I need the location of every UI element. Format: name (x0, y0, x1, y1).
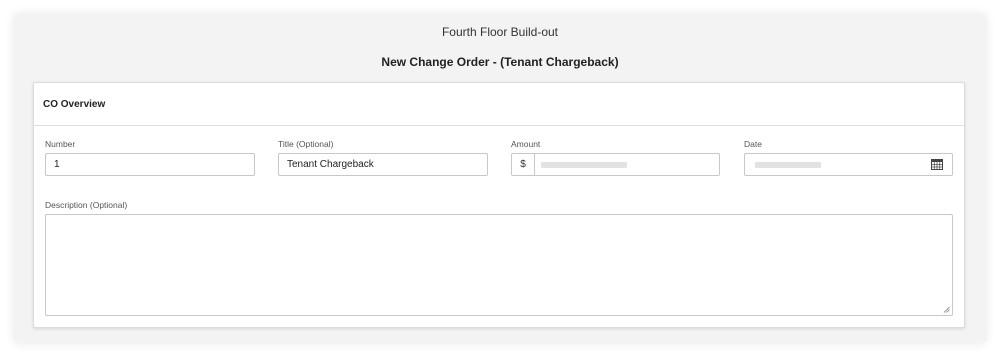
page-title: New Change Order - (Tenant Chargeback) (381, 55, 619, 69)
card-header: CO Overview (34, 83, 964, 126)
number-input[interactable] (45, 153, 255, 176)
date-label: Date (744, 139, 762, 149)
number-label: Number (45, 139, 76, 149)
date-placeholder-bar (755, 161, 821, 168)
amount-placeholder-bar (541, 161, 627, 168)
title-label: Title (Optional) (278, 139, 334, 149)
change-order-window: Fourth Floor Build-out New Change Order … (14, 14, 986, 343)
resize-handle-icon[interactable] (943, 306, 950, 313)
project-title: Fourth Floor Build-out (441, 25, 559, 39)
amount-input[interactable] (535, 154, 719, 175)
description-textarea[interactable] (45, 214, 953, 316)
currency-symbol: $ (512, 154, 535, 175)
amount-field[interactable]: $ (511, 153, 720, 176)
title-input[interactable] (278, 153, 488, 176)
date-input[interactable] (744, 153, 953, 176)
calendar-icon[interactable] (931, 159, 943, 170)
card-title: CO Overview (43, 98, 106, 110)
co-overview-card: CO Overview Number Title (Optional) Amou… (33, 82, 965, 328)
description-label: Description (Optional) (45, 200, 128, 210)
amount-label: Amount (511, 139, 541, 149)
